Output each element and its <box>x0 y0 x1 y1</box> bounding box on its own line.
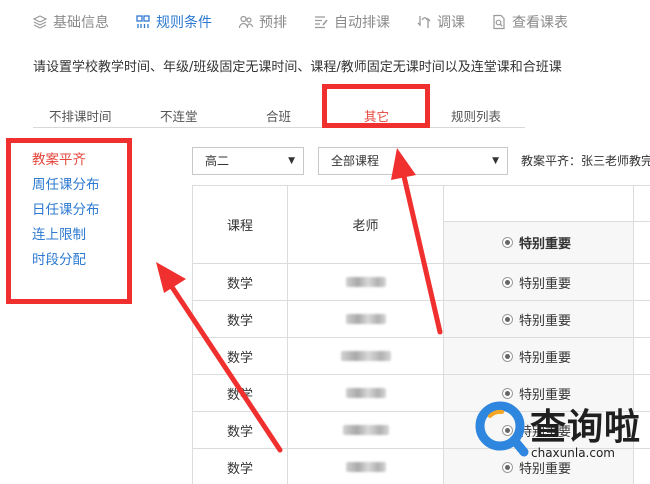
nav-basic-info[interactable]: 基础信息 <box>32 12 109 32</box>
cell-course: 数学 <box>193 338 288 375</box>
cell-extra <box>634 264 650 301</box>
blurred-name <box>345 388 386 398</box>
tab-merge-class[interactable]: 合班 <box>266 106 291 125</box>
magnifier-logo-icon <box>475 401 529 457</box>
rules-icon <box>136 15 150 28</box>
priority-option-label: 特别重要 <box>519 350 572 366</box>
chevron-down-icon: ▼ <box>492 156 499 166</box>
blurred-name <box>345 314 386 324</box>
doc-search-icon <box>493 14 505 30</box>
priority-header-label: 特别重要 <box>519 237 572 252</box>
radio-icon <box>502 237 513 248</box>
cell-teacher-blurred <box>288 338 444 375</box>
cell-priority-option[interactable]: 特别重要 <box>444 301 634 338</box>
rule-tabs: 不排课时间 不连堂 合班 其它 规则列表 <box>33 100 525 128</box>
priority-option-label: 特别重要 <box>519 276 572 292</box>
column-header-course: 课程 <box>193 186 288 264</box>
grade-select[interactable]: 高二 ▼ <box>192 147 304 175</box>
nav-adjust[interactable]: 调课 <box>416 12 465 32</box>
blurred-name <box>340 351 391 361</box>
sidebar-item-lesson-alignment[interactable]: 教案平齐 <box>32 150 100 175</box>
nav-auto-schedule-label: 自动排课 <box>334 15 390 31</box>
cell-teacher-blurred <box>288 449 444 484</box>
cell-priority-option[interactable]: 特别重要 <box>444 264 634 301</box>
column-header-priority[interactable]: 特别重要 <box>444 222 634 264</box>
priority-header-extra <box>634 222 650 264</box>
grade-select-value: 高二 <box>205 154 230 168</box>
people-icon <box>238 15 254 29</box>
cell-teacher-blurred <box>288 301 444 338</box>
nav-rules[interactable]: 规则条件 <box>135 12 212 32</box>
watermark-url: chaxunla.com <box>531 446 615 460</box>
radio-icon <box>502 350 513 362</box>
nav-prearrange-label: 预排 <box>259 15 287 31</box>
alignment-note: 教案平齐：张三老师教完 <box>521 154 650 168</box>
cell-extra <box>634 301 650 338</box>
tab-no-class-time[interactable]: 不排课时间 <box>49 106 112 125</box>
priority-header-top-extra <box>634 186 650 222</box>
cell-course: 数学 <box>193 375 288 412</box>
nav-view-schedule-label: 查看课表 <box>512 15 568 31</box>
cell-course: 数学 <box>193 301 288 338</box>
radio-icon <box>502 276 513 288</box>
cell-teacher-blurred <box>288 264 444 301</box>
nav-basic-info-label: 基础信息 <box>53 15 109 31</box>
blurred-name <box>345 277 386 287</box>
sidebar-item-period-allocation[interactable]: 时段分配 <box>32 250 100 275</box>
top-nav: 基础信息 规则条件 预排 自动排课 调课 查看课表 <box>0 0 650 44</box>
cell-teacher-blurred <box>288 375 444 412</box>
cell-priority-option[interactable]: 特别重要 <box>444 338 634 375</box>
nav-prearrange[interactable]: 预排 <box>238 12 287 32</box>
tab-other[interactable]: 其它 <box>364 106 389 125</box>
nav-auto-schedule[interactable]: 自动排课 <box>313 12 390 32</box>
cell-course: 数学 <box>193 264 288 301</box>
sidebar-item-consecutive-limit[interactable]: 连上限制 <box>32 225 100 250</box>
priority-header-top <box>444 186 634 222</box>
watermark-text: 查询啦 <box>530 407 642 448</box>
tab-rule-list[interactable]: 规则列表 <box>451 106 501 125</box>
cell-teacher-blurred <box>288 412 444 449</box>
sidebar: 教案平齐 周任课分布 日任课分布 连上限制 时段分配 <box>32 150 100 275</box>
priority-option-label: 特别重要 <box>519 313 572 329</box>
radio-icon <box>502 313 513 325</box>
nav-rules-label: 规则条件 <box>156 15 212 31</box>
course-select-value: 全部课程 <box>331 154 380 168</box>
instruction-text: 请设置学校教学时间、年级/班级固定无课时间、课程/教师固定无课时间以及连堂课和合… <box>33 60 562 75</box>
course-select[interactable]: 全部课程 ▼ <box>318 147 508 175</box>
swap-icon <box>417 16 431 28</box>
sidebar-item-daily-distribution[interactable]: 日任课分布 <box>32 200 100 225</box>
watermark: 查询啦 chaxunla.com <box>470 390 650 468</box>
blurred-name <box>345 462 386 472</box>
tab-no-consecutive[interactable]: 不连堂 <box>160 106 198 125</box>
sidebar-item-weekly-distribution[interactable]: 周任课分布 <box>32 175 100 200</box>
edit-list-icon <box>315 16 328 29</box>
column-header-teacher: 老师 <box>288 186 444 264</box>
chevron-down-icon: ▼ <box>288 156 295 166</box>
nav-adjust-label: 调课 <box>437 15 465 31</box>
blurred-name <box>342 425 389 435</box>
nav-view-schedule[interactable]: 查看课表 <box>491 12 568 32</box>
cell-course: 数学 <box>193 449 288 484</box>
cell-course: 数学 <box>193 412 288 449</box>
cell-extra <box>634 338 650 375</box>
layers-icon <box>32 15 48 29</box>
